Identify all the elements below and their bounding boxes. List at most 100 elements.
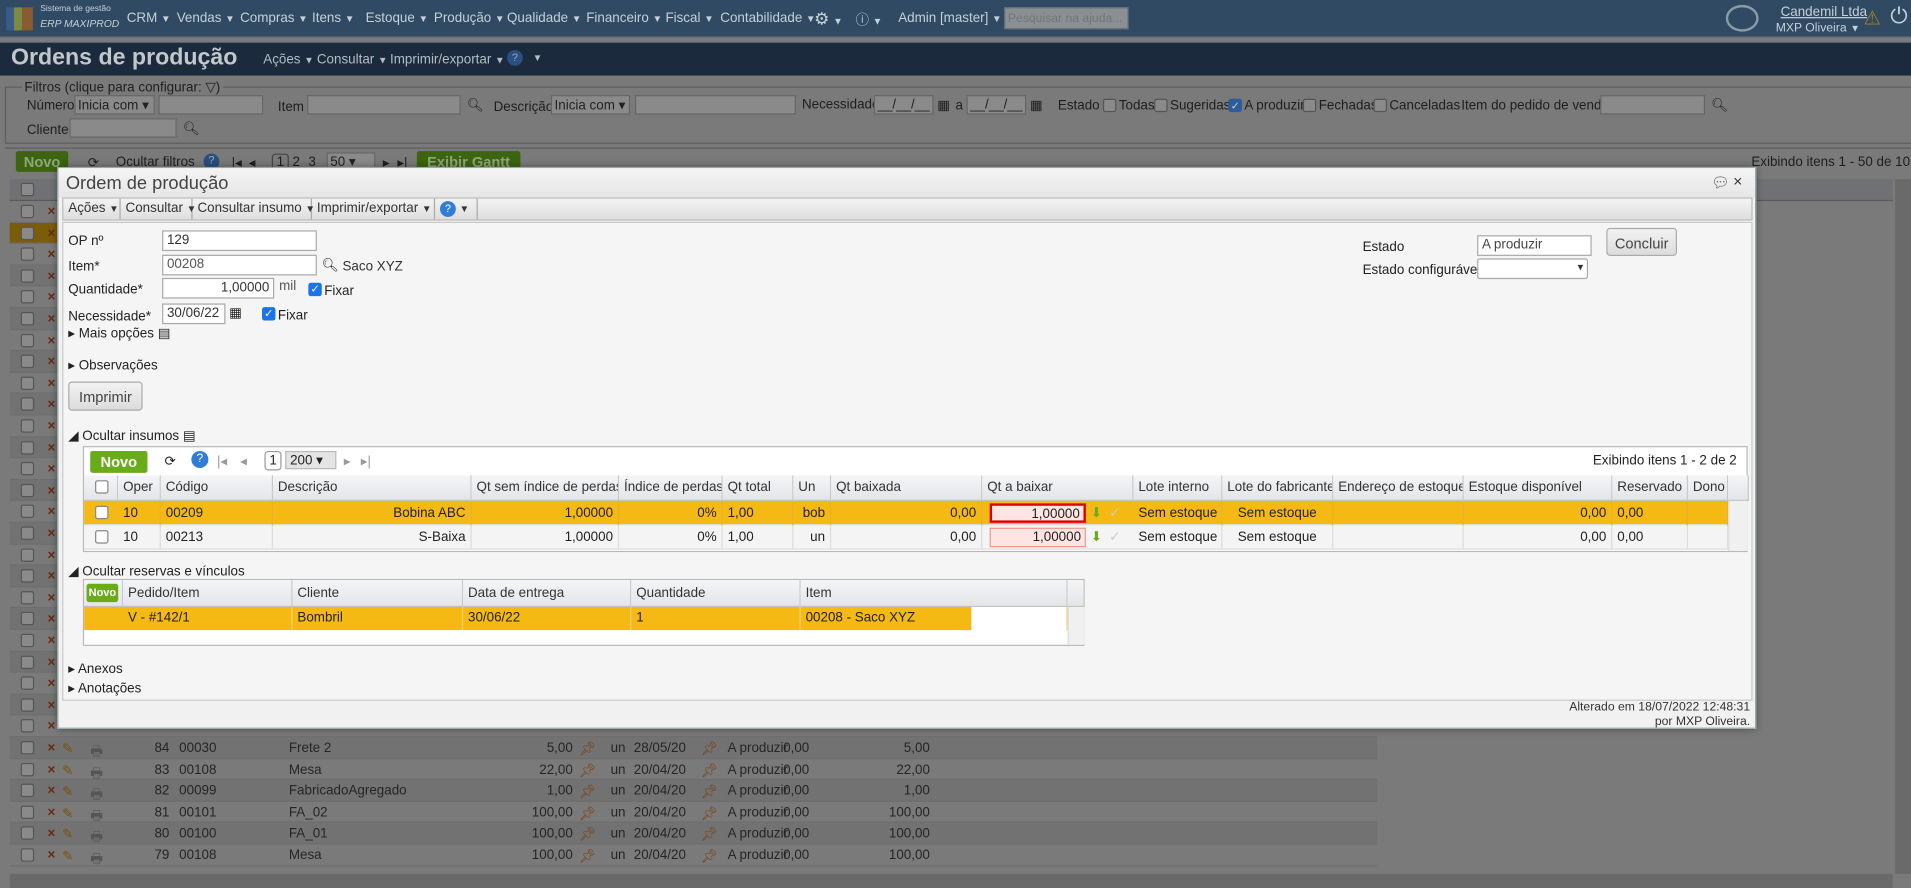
vertical-scrollbar[interactable] (1728, 500, 1748, 551)
nav-menu-compras[interactable]: Compras ▼ (240, 11, 308, 26)
row-checkbox[interactable] (20, 483, 35, 498)
delete-icon[interactable]: × (48, 376, 56, 391)
nav-menu-qualidade[interactable]: Qualidade ▼ (507, 11, 581, 26)
table-row[interactable]: × ✎ 🖶︎ 80 00100 FA_01 100,00 un 20/04/20 A produz… (9, 823, 1378, 845)
nav-menu-estoque[interactable]: Estoque ▼ (366, 11, 429, 26)
calendar-icon[interactable]: ▦ (937, 98, 950, 114)
insumos-col-header[interactable]: Qt total (722, 475, 794, 501)
first-page-icon[interactable]: |◂ (217, 453, 227, 470)
edit-icon[interactable]: ✎ (62, 848, 73, 864)
filters-legend[interactable]: Filtros (clique para configurar: ▽) (21, 79, 223, 96)
row-checkbox[interactable] (20, 419, 35, 433)
help-menu[interactable]: ? ▼ (435, 198, 478, 220)
insumos-col-header[interactable]: Índice de perdas (619, 475, 723, 501)
row-checkbox[interactable] (20, 547, 35, 562)
row-checkbox[interactable] (20, 269, 35, 283)
delete-icon[interactable]: × (48, 226, 56, 241)
menu-acoes[interactable]: Ações ▼ (63, 198, 121, 220)
row-checkbox[interactable] (20, 462, 35, 476)
help-icon[interactable]: ? (191, 450, 209, 468)
prev-page-icon[interactable]: ◂ (240, 453, 247, 470)
insumos-col-header[interactable]: Código (160, 475, 273, 501)
quantidade-input[interactable]: 1,00000 (162, 277, 275, 299)
ocultar-reservas-toggle[interactable]: ◢ Ocultar reservas e vínculos (68, 563, 244, 579)
descricao-mode-select[interactable]: Inicia com ▾ (550, 95, 631, 115)
delete-icon[interactable]: × (48, 677, 56, 692)
insumos-col-header[interactable]: Lote interno (1133, 475, 1223, 501)
check-icon[interactable]: ✓ (1109, 505, 1120, 521)
row-checkbox[interactable] (20, 290, 35, 304)
row-checkbox[interactable] (20, 698, 35, 712)
delete-icon[interactable]: × (48, 419, 56, 434)
insumos-col-header[interactable]: Endereço de estoque (1333, 475, 1464, 501)
qt-a-baixar-input[interactable]: 1,00000 (989, 503, 1086, 523)
pin-icon[interactable]: 📌︎ (579, 762, 596, 779)
calendar-icon[interactable]: ▦ (229, 305, 242, 321)
row-checkbox[interactable] (20, 376, 35, 390)
delete-icon[interactable]: × (48, 291, 56, 306)
delete-icon[interactable]: × (48, 312, 56, 327)
row-checkbox[interactable] (20, 397, 35, 412)
numero-input[interactable] (158, 95, 264, 115)
pin-icon[interactable]: 📌︎ (579, 784, 596, 800)
delete-icon[interactable]: × (48, 655, 56, 670)
admin-menu[interactable]: Admin [master] ▼ (898, 11, 1001, 26)
row-checkbox[interactable] (20, 655, 35, 669)
row-checkbox[interactable] (20, 312, 35, 326)
delete-icon[interactable]: × (48, 462, 56, 477)
insumos-col-header[interactable]: Lote do fabricante (1222, 475, 1334, 501)
delete-icon[interactable]: × (48, 612, 56, 627)
calendar-icon[interactable]: ▦ (1030, 98, 1043, 114)
delete-icon[interactable]: × (48, 398, 56, 413)
item-input[interactable] (307, 95, 461, 115)
delete-icon[interactable]: × (48, 355, 56, 370)
observacoes-toggle[interactable]: ▸ Observações (68, 357, 157, 373)
nav-menu-produção[interactable]: Produção ▼ (434, 11, 505, 26)
anotacoes-toggle[interactable]: ▸ Anotações (68, 680, 141, 696)
row-checkbox[interactable] (20, 826, 35, 841)
row-checkbox[interactable] (20, 526, 35, 540)
vertical-scrollbar[interactable] (1895, 179, 1911, 874)
imprimir-button[interactable]: Imprimir (68, 381, 143, 411)
gear-icon[interactable]: ⚙ ▼ (814, 9, 843, 30)
vertical-scrollbar[interactable] (1067, 606, 1085, 645)
edit-icon[interactable]: ✎ (62, 827, 73, 843)
baixar-arrow-icon[interactable]: ⬇ (1091, 505, 1102, 521)
delete-icon[interactable]: × (48, 591, 56, 606)
user-menu[interactable]: MXP Oliveira ▼ (1776, 22, 1860, 35)
nav-menu-financeiro[interactable]: Financeiro ▼ (586, 11, 662, 26)
delete-icon[interactable]: × (48, 569, 56, 584)
delete-icon[interactable]: × (48, 527, 56, 542)
necessidade-to-input[interactable]: __/__/__ (966, 95, 1027, 115)
select-all-checkbox[interactable] (95, 480, 109, 494)
nav-menu-itens[interactable]: Itens ▼ (312, 11, 354, 26)
estado-configuravel-select[interactable]: ▾ (1477, 258, 1589, 280)
fixar-necessidade-checkbox[interactable]: ✓ (262, 307, 276, 321)
menu-imprimir-exportar[interactable]: Imprimir/exportar ▼ (312, 198, 436, 220)
row-checkbox[interactable] (20, 333, 35, 347)
horizontal-scrollbar[interactable] (9, 873, 1893, 888)
next-page-icon[interactable]: ▸ (344, 453, 351, 470)
delete-icon[interactable]: × (48, 784, 56, 799)
novo-reserva-button[interactable]: Novo (86, 583, 119, 603)
fixar-quantidade-checkbox[interactable]: ✓ (308, 282, 322, 297)
pin-icon[interactable]: 📌︎ (701, 741, 718, 757)
edit-icon[interactable]: ✎ (62, 762, 73, 779)
necessidade-input[interactable]: 30/06/22 (162, 303, 226, 325)
delete-icon[interactable]: × (48, 205, 56, 220)
row-checkbox[interactable] (20, 590, 35, 605)
delete-icon[interactable]: × (48, 720, 56, 735)
row-checkbox[interactable] (20, 848, 35, 862)
estado-checkbox-4[interactable] (1373, 98, 1387, 113)
item-pedido-input[interactable] (1600, 95, 1706, 115)
insumo-row[interactable]: 10 00213 S-Baixa 1,00000 0% 1,00 un 0,00 1,00000… (84, 525, 1729, 550)
table-row[interactable]: × ✎ 🖶︎ 83 00108 Mesa 22,00 un 20/04/20 A produzir… (9, 758, 1378, 781)
estado-checkbox-0[interactable] (1102, 98, 1117, 113)
mais-opcoes-toggle[interactable]: ▸ Mais opções ▤ (68, 325, 170, 342)
nav-menu-vendas[interactable]: Vendas ▼ (177, 11, 235, 26)
estado-checkbox-3[interactable] (1302, 98, 1317, 113)
delete-icon[interactable]: × (48, 762, 56, 777)
insumos-col-header[interactable]: Reservado (1612, 475, 1688, 501)
baixar-arrow-icon[interactable]: ⬇ (1091, 529, 1102, 545)
estado-checkbox-1[interactable] (1154, 98, 1168, 113)
